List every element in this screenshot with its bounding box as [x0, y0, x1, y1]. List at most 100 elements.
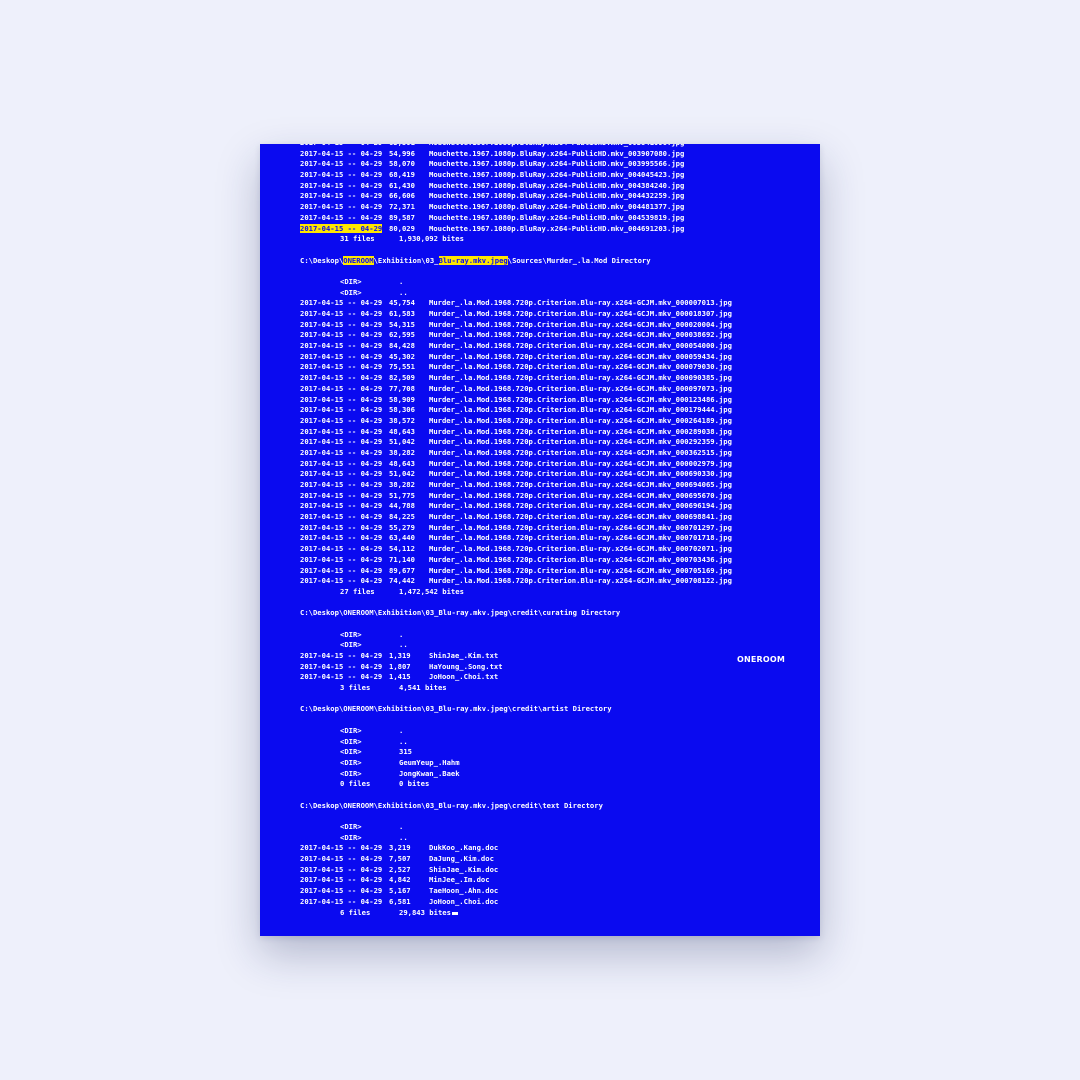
header-part: \Sources\Murder_.la.Mod Directory: [507, 255, 651, 265]
file-date: 2017-04-15 -- 04-29: [300, 427, 389, 438]
file-name: Murder_.la.Mod.1968.720p.Criterion.Blu-r…: [429, 394, 732, 404]
dir-tag: <DIR>: [340, 832, 362, 842]
file-entry: 2017-04-15 -- 04-29 5,167 TaeHoon_.Ahn.doc: [300, 886, 820, 897]
file-date-text: 2017-04-15 -- 04-29: [300, 854, 383, 864]
file-size: 45,302: [389, 351, 415, 361]
file-date: 2017-04-15 -- 04-29: [300, 555, 389, 566]
file-name: Murder_.la.Mod.1968.720p.Criterion.Blu-r…: [429, 533, 732, 543]
file-size: 6,581: [389, 896, 411, 906]
file-date-text: 2017-04-15 -- 04-29: [300, 309, 383, 318]
file-date-text: 2017-04-15 -- 04-29: [300, 394, 383, 404]
file-date-text: 2017-04-15 -- 04-29: [300, 896, 383, 906]
file-size: 72,371: [389, 202, 415, 212]
file-size: 55,279: [389, 522, 415, 532]
file-entry: 2017-04-15 -- 04-29 84,225 Murder_.la.Mod.…: [300, 512, 820, 523]
dir-entry: <DIR>..: [300, 288, 820, 299]
file-entry: 2017-04-15 -- 04-29 61,583 Murder_.la.Mod.…: [300, 309, 820, 320]
file-date-text: 2017-04-15 -- 04-29: [300, 864, 383, 874]
file-name: ShinJae_.Kim.doc: [429, 864, 499, 874]
file-size: 77,708: [389, 383, 415, 393]
file-date: 2017-04-15 -- 04-29: [300, 373, 389, 384]
file-name: Murder_.la.Mod.1968.720p.Criterion.Blu-r…: [429, 383, 732, 393]
file-name: HaYoung_.Song.txt: [429, 661, 503, 671]
file-entry: 2017-04-15 -- 04-29 48,643 Murder_.la.Mod.…: [300, 427, 820, 438]
file-date: 2017-04-15 -- 04-29: [300, 662, 389, 673]
file-date: 2017-04-15 -- 04-29: [300, 437, 389, 448]
file-size: 51,775: [389, 490, 415, 500]
file-date: 2017-04-15 -- 04-29: [300, 330, 389, 341]
header-part: C:\Deskop\ONEROOM\Exhibition\03_Blu-ray.…: [300, 608, 621, 618]
dir-entry: <DIR>..: [300, 640, 820, 651]
file-entry: 2017-04-15 -- 04-29 54,996 Mouchette.1967.…: [300, 149, 820, 160]
file-date: 2017-04-15 -- 04-29: [300, 170, 389, 181]
file-entry: 2017-04-15 -- 04-29 51,775 Murder_.la.Mod.…: [300, 491, 820, 502]
oneroom-logo: ONEROOM: [737, 655, 786, 664]
file-date: 2017-04-15 -- 04-29: [300, 459, 389, 470]
file-entry: 2017-04-15 -- 04-29 1,415 JoHoon_.Choi.txt: [300, 672, 820, 683]
file-name: Mouchette.1967.1080p.BluRay.x264-PublicH…: [429, 170, 685, 180]
dir-tag: <DIR>: [340, 725, 362, 735]
file-count: 3 files: [340, 683, 371, 693]
header-part: ONEROOM: [343, 255, 374, 265]
file-date: 2017-04-15 -- 04-29: [300, 566, 389, 577]
file-size: 58,070: [389, 159, 415, 169]
directory-header: C:\Deskop\ONEROOM\Exhibition\03_Blu-ray.…: [300, 608, 820, 619]
file-entry: 2017-04-15 -- 04-29 61,430 Mouchette.1967.…: [300, 181, 820, 192]
file-date: 2017-04-15 -- 04-29: [300, 576, 389, 587]
file-entry: 2017-04-15 -- 04-29 68,419 Mouchette.1967.…: [300, 170, 820, 181]
file-entry: 2017-04-15 -- 04-29 54,112 Murder_.la.Mod.…: [300, 544, 820, 555]
file-date: 2017-04-15 -- 04-29: [300, 202, 389, 213]
file-count: 0 files: [340, 779, 371, 789]
file-size: 80,029: [389, 223, 415, 233]
file-date-text: 2017-04-15 -- 04-29: [300, 522, 383, 532]
dir-name: .: [399, 725, 404, 735]
file-name: Murder_.la.Mod.1968.720p.Criterion.Blu-r…: [429, 437, 732, 447]
file-size: 51,042: [389, 437, 415, 447]
header-part: Blu-ray.mkv.jpeg: [438, 255, 508, 265]
file-name: Murder_.la.Mod.1968.720p.Criterion.Blu-r…: [429, 330, 732, 340]
file-date: 2017-04-15 -- 04-29: [300, 416, 389, 427]
file-date: 2017-04-15 -- 04-29: [300, 854, 389, 865]
file-name: Murder_.la.Mod.1968.720p.Criterion.Blu-r…: [429, 415, 732, 425]
file-date: 2017-04-15 -- 04-29: [300, 448, 389, 459]
dir-tag: <DIR>: [340, 747, 362, 757]
file-entry: 2017-04-15 -- 04-29 74,442 Murder_.la.Mod.…: [300, 576, 820, 587]
file-entry: 2017-04-15 -- 04-29 84,428 Murder_.la.Mod.…: [300, 341, 820, 352]
file-size: 63,440: [389, 533, 415, 543]
file-date: 2017-04-15 -- 04-29: [300, 480, 389, 491]
file-size: 4,842: [389, 875, 411, 885]
file-date: 2017-04-15 -- 04-29: [300, 149, 389, 160]
file-count: 6 files: [340, 907, 371, 917]
file-size: 7,507: [389, 854, 411, 864]
file-name: Murder_.la.Mod.1968.720p.Criterion.Blu-r…: [429, 501, 732, 511]
file-entry: 2017-04-15 -- 04-29 45,302 Murder_.la.Mod.…: [300, 352, 820, 363]
file-date: 2017-04-15 -- 04-29: [300, 352, 389, 363]
file-date: 2017-04-15 -- 04-29: [300, 512, 389, 523]
directory-header: C:\Deskop\ONEROOM\Exhibition\03_Blu-ray.…: [300, 255, 820, 267]
dir-entry: <DIR>.: [300, 277, 820, 288]
file-name: TaeHoon_.Ahn.doc: [429, 886, 499, 896]
file-name: Murder_.la.Mod.1968.720p.Criterion.Blu-r…: [429, 309, 732, 318]
file-name: Murder_.la.Mod.1968.720p.Criterion.Blu-r…: [429, 458, 732, 468]
file-date-text: 2017-04-15 -- 04-29: [300, 415, 383, 425]
file-entry: 2017-04-15 -- 04-29 38,282 Murder_.la.Mod.…: [300, 480, 820, 491]
file-date: 2017-04-15 -- 04-29: [300, 533, 389, 544]
file-size: 54,112: [389, 544, 415, 554]
dir-entry: <DIR> 315: [300, 747, 820, 758]
file-date-text: 2017-04-15 -- 04-29: [300, 351, 383, 361]
header-part: C:\Deskop\ONEROOM\Exhibition\03_Blu-ray.…: [300, 800, 603, 810]
file-size: 58,306: [389, 405, 415, 415]
file-date: 2017-04-15 -- 04-29: [300, 843, 389, 854]
dir-entry: <DIR>.: [300, 822, 820, 833]
file-date-text: 2017-04-15 -- 04-29: [300, 426, 383, 436]
text-cursor: [451, 911, 458, 915]
file-size: 89,587: [389, 212, 415, 222]
file-date-text: 2017-04-15 -- 04-29: [300, 501, 383, 511]
file-name: Murder_.la.Mod.1968.720p.Criterion.Blu-r…: [429, 544, 732, 554]
file-date-text: 2017-04-15 -- 04-29: [300, 651, 383, 660]
file-name: Murder_.la.Mod.1968.720p.Criterion.Blu-r…: [429, 565, 732, 575]
